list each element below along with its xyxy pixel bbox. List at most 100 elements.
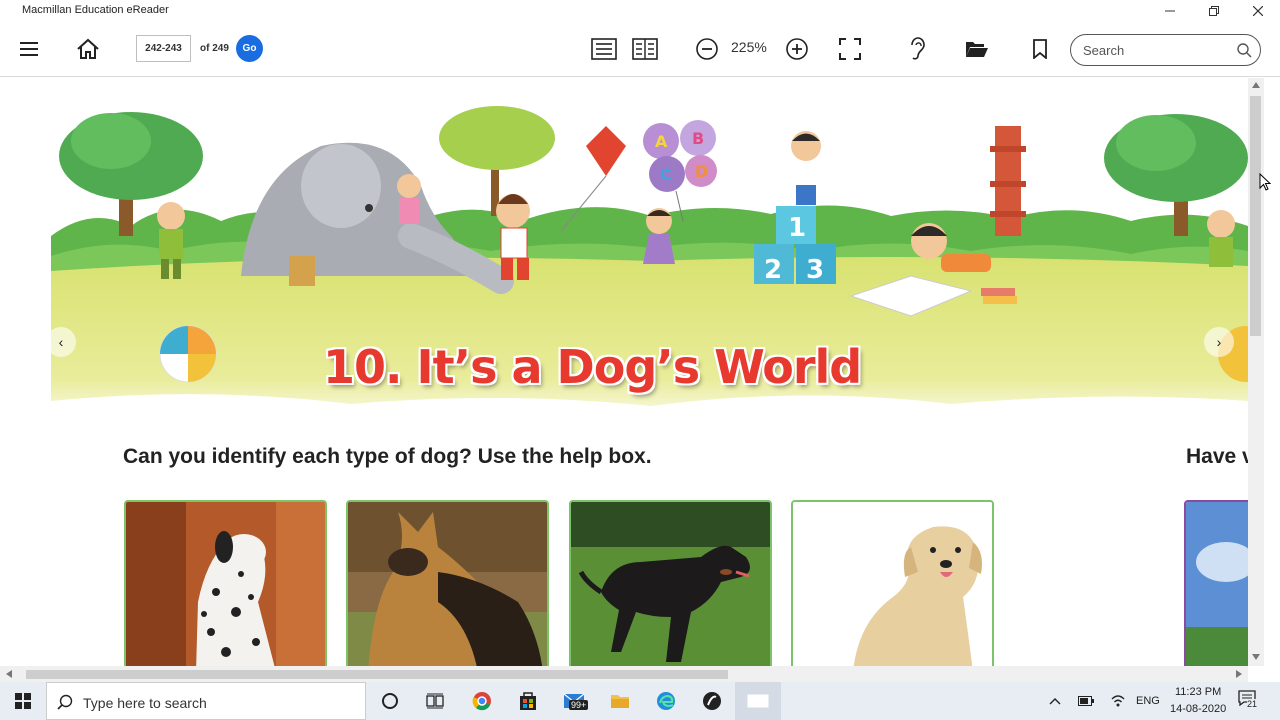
search-field[interactable]: Search bbox=[1070, 34, 1261, 66]
activity-question: Can you identify each type of dog? Use t… bbox=[123, 445, 652, 468]
home-icon bbox=[77, 38, 99, 59]
windows-taskbar: Type here to search 99+ ENG 11:23 PM 14-… bbox=[0, 682, 1280, 720]
taskbar-app[interactable] bbox=[689, 682, 735, 720]
folder-icon bbox=[966, 42, 988, 57]
page-number-input[interactable]: 242-243 bbox=[136, 35, 191, 62]
doberman-image bbox=[571, 502, 770, 666]
dog-photo-labrador bbox=[791, 500, 994, 666]
dalmatian-image bbox=[126, 502, 325, 666]
notification-count: 21 bbox=[1247, 699, 1258, 709]
close-icon bbox=[1253, 6, 1263, 16]
app-title: Macmillan Education eReader bbox=[22, 4, 169, 16]
mouse-cursor-icon bbox=[1259, 173, 1271, 191]
open-folder-button[interactable] bbox=[963, 36, 991, 62]
taskbar-file-explorer[interactable] bbox=[597, 682, 643, 720]
sky-landscape-image bbox=[1186, 502, 1252, 666]
task-view-button[interactable] bbox=[412, 682, 458, 720]
block-number: 2 bbox=[764, 255, 782, 285]
chapter-banner-illustration: A B C D 1 2 3 10. It’s a Dog’s World bbox=[51, 86, 1248, 431]
battery-icon[interactable] bbox=[1078, 696, 1094, 706]
minimize-button[interactable] bbox=[1148, 0, 1192, 22]
show-hidden-icons-icon[interactable] bbox=[1049, 697, 1061, 705]
mail-badge: 99+ bbox=[569, 700, 589, 710]
scroll-up-icon bbox=[1252, 82, 1260, 88]
page-number-value: 242-243 bbox=[145, 43, 182, 54]
page-total: of 249 bbox=[200, 43, 229, 54]
horizontal-scroll-thumb[interactable] bbox=[26, 670, 728, 679]
store-icon bbox=[520, 692, 536, 710]
bookmark-icon bbox=[1033, 39, 1047, 59]
fullscreen-button[interactable] bbox=[836, 35, 864, 63]
balloon-letter: D bbox=[695, 162, 708, 181]
dog-photo-german-shepherd bbox=[346, 500, 549, 666]
clock-time[interactable]: 11:23 PM bbox=[1175, 686, 1221, 698]
cortana-button[interactable] bbox=[367, 682, 413, 720]
chrome-icon bbox=[472, 692, 491, 711]
listen-button[interactable] bbox=[905, 35, 931, 63]
clock-date[interactable]: 14-08-2020 bbox=[1170, 703, 1226, 715]
taskbar-search-placeholder: Type here to search bbox=[83, 695, 207, 711]
german-shepherd-image bbox=[348, 502, 547, 666]
home-button[interactable] bbox=[74, 35, 102, 63]
dog-photo-dalmatian bbox=[124, 500, 327, 666]
child-figure bbox=[496, 194, 530, 280]
reader-toolbar: 242-243 of 249 Go 225% Search bbox=[0, 22, 1280, 77]
taskbar-search-box[interactable]: Type here to search bbox=[46, 682, 366, 720]
search-icon bbox=[57, 694, 73, 710]
hamburger-icon bbox=[20, 42, 38, 56]
scroll-left-icon bbox=[6, 670, 12, 678]
taskbar-chrome[interactable] bbox=[459, 682, 505, 720]
beach-ball bbox=[159, 325, 217, 383]
restore-icon bbox=[1209, 6, 1219, 16]
balloon-letter: A bbox=[655, 132, 668, 151]
start-button[interactable] bbox=[0, 682, 46, 720]
taskbar-store[interactable] bbox=[505, 682, 551, 720]
taskbar-ereader-active[interactable] bbox=[735, 682, 781, 720]
minimize-icon bbox=[1165, 10, 1175, 12]
zoom-level: 225% bbox=[731, 39, 767, 55]
double-page-view-button[interactable] bbox=[631, 35, 659, 63]
file-explorer-icon bbox=[611, 695, 629, 708]
zoom-in-icon bbox=[786, 38, 808, 60]
vertical-scrollbar[interactable] bbox=[1248, 78, 1264, 666]
zoom-out-icon bbox=[696, 38, 718, 60]
app-icon bbox=[703, 692, 721, 710]
next-page-photo bbox=[1184, 500, 1254, 666]
vertical-scroll-thumb[interactable] bbox=[1250, 96, 1261, 336]
zoom-in-button[interactable] bbox=[784, 36, 810, 62]
restore-button[interactable] bbox=[1192, 0, 1236, 22]
single-page-view-button[interactable] bbox=[590, 35, 618, 63]
search-placeholder: Search bbox=[1083, 43, 1125, 58]
horizontal-scrollbar[interactable] bbox=[0, 666, 1248, 682]
action-center-button[interactable]: 21 bbox=[1238, 690, 1262, 712]
single-page-icon bbox=[591, 38, 617, 60]
cortana-icon bbox=[382, 693, 398, 709]
previous-page-button[interactable]: ‹ bbox=[46, 327, 76, 357]
taskbar-mail[interactable]: 99+ bbox=[551, 682, 597, 720]
block-number: 3 bbox=[806, 255, 824, 285]
chapter-title: 10. It’s a Dog’s World bbox=[323, 340, 862, 394]
go-button[interactable]: Go bbox=[236, 35, 263, 62]
ear-icon bbox=[911, 37, 925, 60]
close-button[interactable] bbox=[1236, 0, 1280, 22]
ereader-app-icon bbox=[747, 694, 769, 708]
next-page-button[interactable]: › bbox=[1204, 327, 1234, 357]
wifi-icon[interactable] bbox=[1110, 693, 1126, 709]
windows-logo-icon bbox=[15, 693, 31, 709]
child-figure bbox=[1207, 210, 1235, 267]
menu-button[interactable] bbox=[16, 36, 42, 62]
edge-icon bbox=[657, 692, 675, 710]
double-page-icon bbox=[632, 38, 658, 60]
zoom-out-button[interactable] bbox=[694, 36, 720, 62]
balloon-letter: C bbox=[660, 165, 672, 184]
input-language[interactable]: ENG bbox=[1136, 695, 1160, 707]
next-page-question-fragment: Have v bbox=[1186, 445, 1254, 468]
dog-photo-doberman bbox=[569, 500, 772, 666]
search-icon[interactable] bbox=[1237, 43, 1252, 58]
bookmark-button[interactable] bbox=[1027, 35, 1053, 63]
child-figure bbox=[397, 174, 421, 224]
taskbar-edge[interactable] bbox=[643, 682, 689, 720]
block-number: 1 bbox=[788, 213, 806, 243]
balloon-letter: B bbox=[692, 129, 704, 148]
scroll-right-icon bbox=[1236, 670, 1242, 678]
